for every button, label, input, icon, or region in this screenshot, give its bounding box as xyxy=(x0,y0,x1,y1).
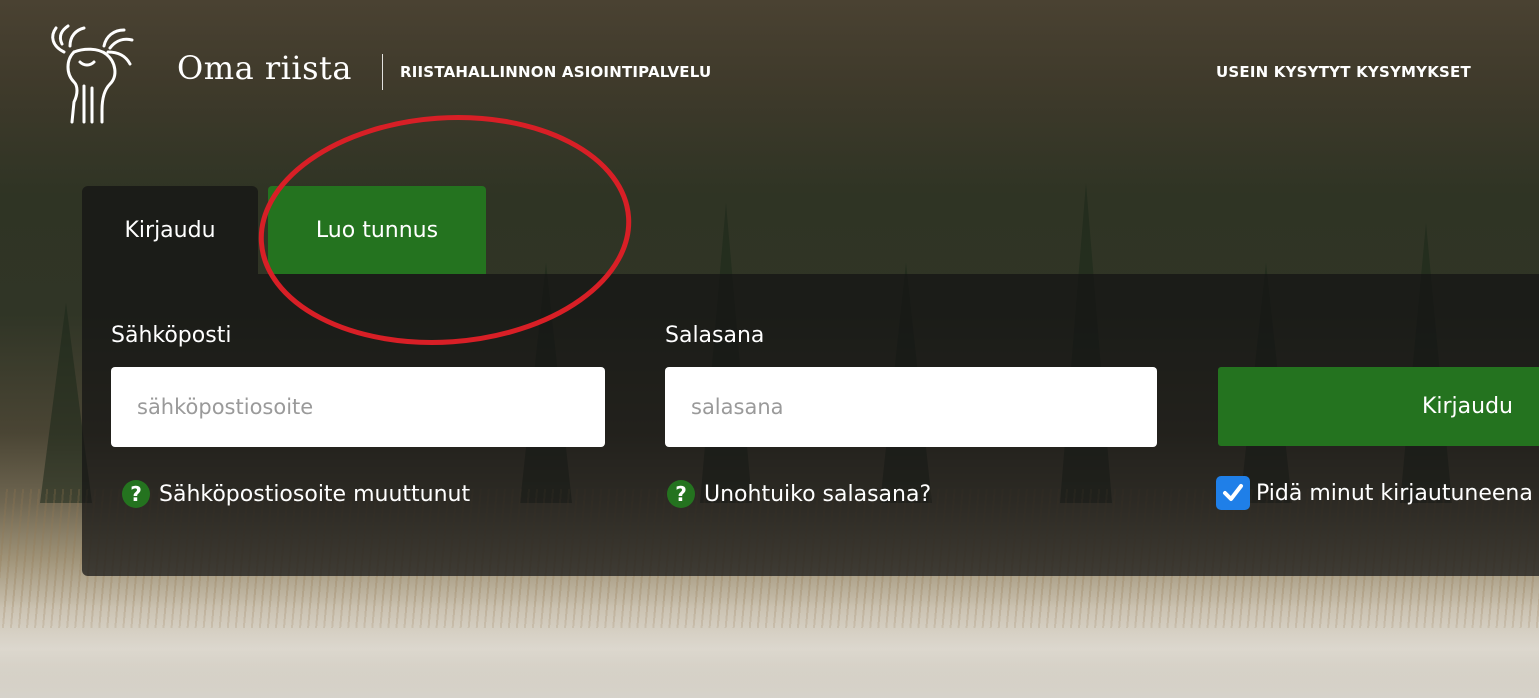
email-changed-label: Sähköpostiosoite muuttunut xyxy=(159,481,471,507)
tab-login[interactable]: Kirjaudu xyxy=(82,186,258,274)
faq-link[interactable]: USEIN KYSYTYT KYSYMYKSET xyxy=(1216,63,1471,81)
forgot-password-link[interactable]: ? Unohtuiko salasana? xyxy=(667,480,931,508)
checkmark-icon xyxy=(1223,484,1243,501)
tab-register[interactable]: Luo tunnus xyxy=(268,186,486,274)
email-field[interactable] xyxy=(111,367,605,447)
email-label: Sähköposti xyxy=(111,323,232,348)
question-circle-icon: ? xyxy=(122,480,150,508)
service-subtitle: RIISTAHALLINNON ASIOINTIPALVELU xyxy=(400,63,712,81)
remember-me-checkbox[interactable] xyxy=(1216,476,1250,510)
email-changed-link[interactable]: ? Sähköpostiosoite muuttunut xyxy=(122,480,470,508)
remember-me-option[interactable]: Pidä minut kirjautuneena xyxy=(1216,476,1533,510)
question-circle-icon: ? xyxy=(667,480,695,508)
site-header: Oma riista RIISTAHALLINNON ASIOINTIPALVE… xyxy=(0,0,1539,130)
password-field[interactable] xyxy=(665,367,1157,447)
brand-title[interactable]: Oma riista xyxy=(177,49,352,87)
brand-divider xyxy=(382,54,383,90)
forgot-password-label: Unohtuiko salasana? xyxy=(704,481,932,507)
password-label: Salasana xyxy=(665,323,765,348)
moose-logo-icon[interactable] xyxy=(44,22,140,126)
remember-me-label: Pidä minut kirjautuneena xyxy=(1256,480,1533,506)
login-button[interactable]: Kirjaudu xyxy=(1218,367,1539,446)
